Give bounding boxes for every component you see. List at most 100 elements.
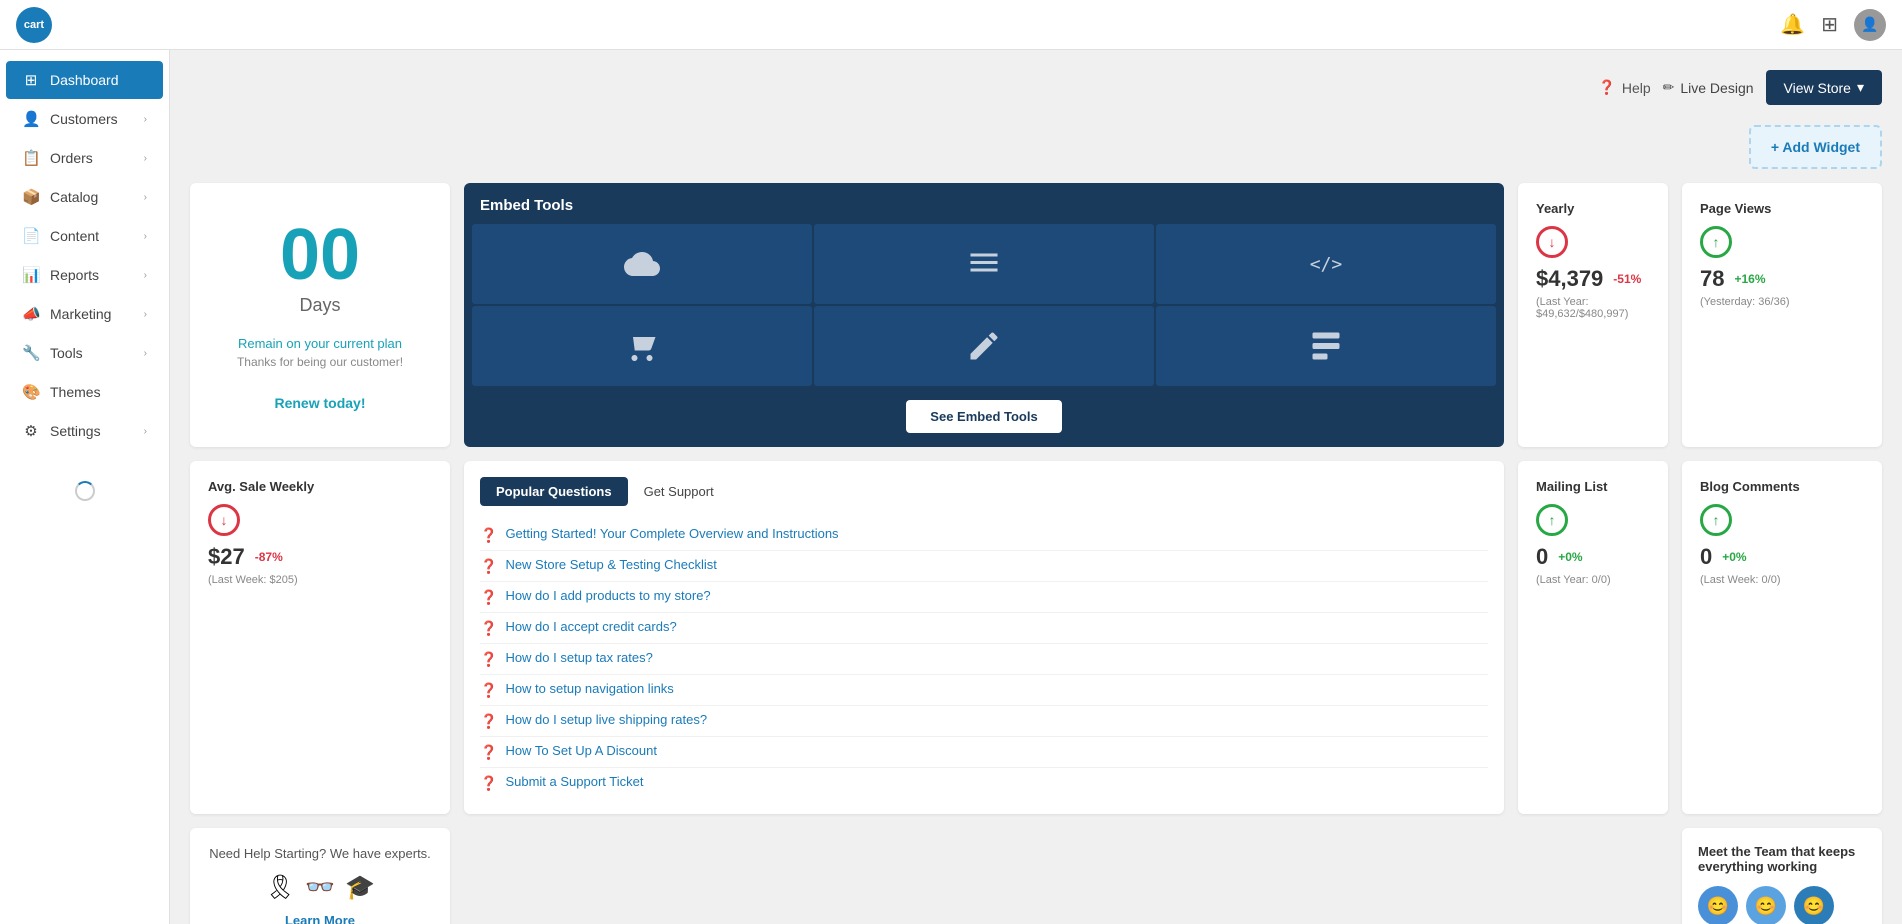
blog-comments-title: Blog Comments — [1700, 479, 1864, 494]
chevron-right-icon: › — [144, 153, 147, 164]
faq-icon-1: ❓ — [480, 527, 497, 544]
faq-item-2: ❓ New Store Setup & Testing Checklist — [480, 551, 1488, 582]
sidebar-item-settings[interactable]: ⚙ Settings › — [6, 412, 163, 450]
need-help-learn-more[interactable]: Learn More — [285, 913, 355, 924]
faq-item-9: ❓ Submit a Support Ticket — [480, 768, 1488, 798]
faq-icon-3: ❓ — [480, 589, 497, 606]
embed-tools-widget: Embed Tools </> — [464, 183, 1504, 447]
embed-tools-icons: </> — [464, 224, 1504, 386]
chevron-right-icon: › — [144, 192, 147, 203]
embed-tools-title: Embed Tools — [464, 183, 1504, 224]
faq-link-4[interactable]: How do I accept credit cards? — [505, 619, 676, 634]
loading-spinner — [75, 481, 95, 501]
live-design-button[interactable]: ✏ Live Design — [1663, 79, 1754, 96]
avatar[interactable]: 👤 — [1854, 9, 1886, 41]
header-actions: ❓ Help ✏ Live Design View Store ▾ — [1598, 70, 1882, 105]
expert-icon-3: 🎓 — [345, 873, 375, 902]
top-header: cart 🔔 ⊞ 👤 — [0, 0, 1902, 50]
embed-icon-script[interactable]: </> — [1156, 224, 1496, 304]
sidebar-item-reports[interactable]: 📊 Reports › — [6, 256, 163, 294]
faq-link-6[interactable]: How to setup navigation links — [505, 681, 673, 696]
embed-icon-cloud[interactable] — [472, 224, 812, 304]
team-widget: Meet the Team that keeps everything work… — [1682, 828, 1882, 924]
blog-value: 0 — [1700, 544, 1712, 570]
faq-tabs: Popular Questions Get Support — [480, 477, 1488, 506]
faq-item-4: ❓ How do I accept credit cards? — [480, 613, 1488, 644]
header-right: 🔔 ⊞ 👤 — [1780, 9, 1886, 41]
page-views-trend-icon: ↑ — [1700, 226, 1732, 258]
reports-icon: 📊 — [22, 266, 40, 284]
view-store-button[interactable]: View Store ▾ — [1766, 70, 1882, 105]
faq-link-5[interactable]: How do I setup tax rates? — [505, 650, 652, 665]
sidebar-item-dashboard[interactable]: ⊞ Dashboard — [6, 61, 163, 99]
yearly-sub: (Last Year: $49,632/$480,997) — [1536, 296, 1650, 320]
help-button[interactable]: ❓ Help — [1598, 79, 1650, 96]
avg-sale-title: Avg. Sale Weekly — [208, 479, 432, 494]
sidebar-item-orders[interactable]: 📋 Orders › — [6, 139, 163, 177]
sidebar-item-tools[interactable]: 🔧 Tools › — [6, 334, 163, 372]
sidebar-item-catalog[interactable]: 📦 Catalog › — [6, 178, 163, 216]
embed-icon-box[interactable] — [814, 306, 1154, 386]
faq-list: ❓ Getting Started! Your Complete Overvie… — [480, 520, 1488, 798]
catalog-icon: 📦 — [22, 188, 40, 206]
avg-sale-widget: Avg. Sale Weekly ↓ $27 -87% (Last Week: … — [190, 461, 450, 814]
days-label: Days — [299, 295, 340, 316]
faq-item-3: ❓ How do I add products to my store? — [480, 582, 1488, 613]
avg-sale-value-row: $27 -87% — [208, 544, 432, 570]
team-avatar-3: 😊 — [1794, 886, 1834, 924]
expert-icons: 🎗 👓 🎓 — [208, 873, 432, 902]
chevron-right-icon: › — [144, 426, 147, 437]
page-views-title: Page Views — [1700, 201, 1864, 216]
embed-icon-form[interactable] — [1156, 306, 1496, 386]
tab-popular-questions[interactable]: Popular Questions — [480, 477, 628, 506]
sidebar-item-customers[interactable]: 👤 Customers › — [6, 100, 163, 138]
mailing-list-title: Mailing List — [1536, 479, 1650, 494]
avg-sale-trend-icon: ↓ — [208, 504, 240, 536]
see-embed-button[interactable]: See Embed Tools — [906, 400, 1061, 433]
marketing-icon: 📣 — [22, 305, 40, 323]
team-avatar-2: 😊 — [1746, 886, 1786, 924]
blog-trend-icon: ↑ — [1700, 504, 1732, 536]
days-thanks: Thanks for being our customer! — [237, 355, 403, 369]
faq-link-2[interactable]: New Store Setup & Testing Checklist — [505, 557, 716, 572]
logo-icon: cart — [16, 7, 52, 43]
tools-icon: 🔧 — [22, 344, 40, 362]
themes-icon: 🎨 — [22, 383, 40, 401]
sidebar-item-marketing[interactable]: 📣 Marketing › — [6, 295, 163, 333]
sidebar-item-themes[interactable]: 🎨 Themes — [6, 373, 163, 411]
remain-link[interactable]: Remain on your current plan — [238, 336, 402, 351]
grid-icon[interactable]: ⊞ — [1821, 12, 1838, 37]
add-widget-button[interactable]: + Add Widget — [1749, 125, 1882, 169]
mailing-value: 0 — [1536, 544, 1548, 570]
faq-icon-7: ❓ — [480, 713, 497, 730]
page-views-value-row: 78 +16% — [1700, 266, 1864, 292]
faq-link-9[interactable]: Submit a Support Ticket — [505, 774, 643, 789]
faq-item-5: ❓ How do I setup tax rates? — [480, 644, 1488, 675]
expert-icon-1: 🎗 — [265, 873, 295, 902]
faq-item-6: ❓ How to setup navigation links — [480, 675, 1488, 706]
yearly-value-row: $4,379 -51% — [1536, 266, 1650, 292]
embed-icon-cart[interactable] — [472, 306, 812, 386]
sidebar-item-content[interactable]: 📄 Content › — [6, 217, 163, 255]
faq-item-1: ❓ Getting Started! Your Complete Overvie… — [480, 520, 1488, 551]
top-widgets-row: 00 Days Remain on your current plan Than… — [190, 183, 1882, 447]
faq-icon-2: ❓ — [480, 558, 497, 575]
need-help-widget: Need Help Starting? We have experts. 🎗 👓… — [190, 828, 450, 924]
logo-area[interactable]: cart — [16, 7, 52, 43]
tab-get-support[interactable]: Get Support — [628, 477, 730, 506]
faq-link-1[interactable]: Getting Started! Your Complete Overview … — [505, 526, 838, 541]
pencil-icon: ✏ — [1663, 79, 1675, 96]
faq-link-3[interactable]: How do I add products to my store? — [505, 588, 710, 603]
faq-link-8[interactable]: How To Set Up A Discount — [505, 743, 657, 758]
notification-icon[interactable]: 🔔 — [1780, 12, 1805, 37]
avg-sale-pct: -87% — [255, 550, 283, 564]
faq-link-7[interactable]: How do I setup live shipping rates? — [505, 712, 707, 727]
faq-icon-5: ❓ — [480, 651, 497, 668]
main-content: ❓ Help ✏ Live Design View Store ▾ + Add … — [170, 50, 1902, 924]
renew-button[interactable]: Renew today! — [274, 395, 365, 411]
embed-icon-list[interactable] — [814, 224, 1154, 304]
chevron-right-icon: › — [144, 270, 147, 281]
blog-comments-widget: Blog Comments ↑ 0 +0% (Last Week: 0/0) — [1682, 461, 1882, 814]
content-header: ❓ Help ✏ Live Design View Store ▾ — [190, 70, 1882, 105]
days-number: 00 — [280, 219, 360, 291]
